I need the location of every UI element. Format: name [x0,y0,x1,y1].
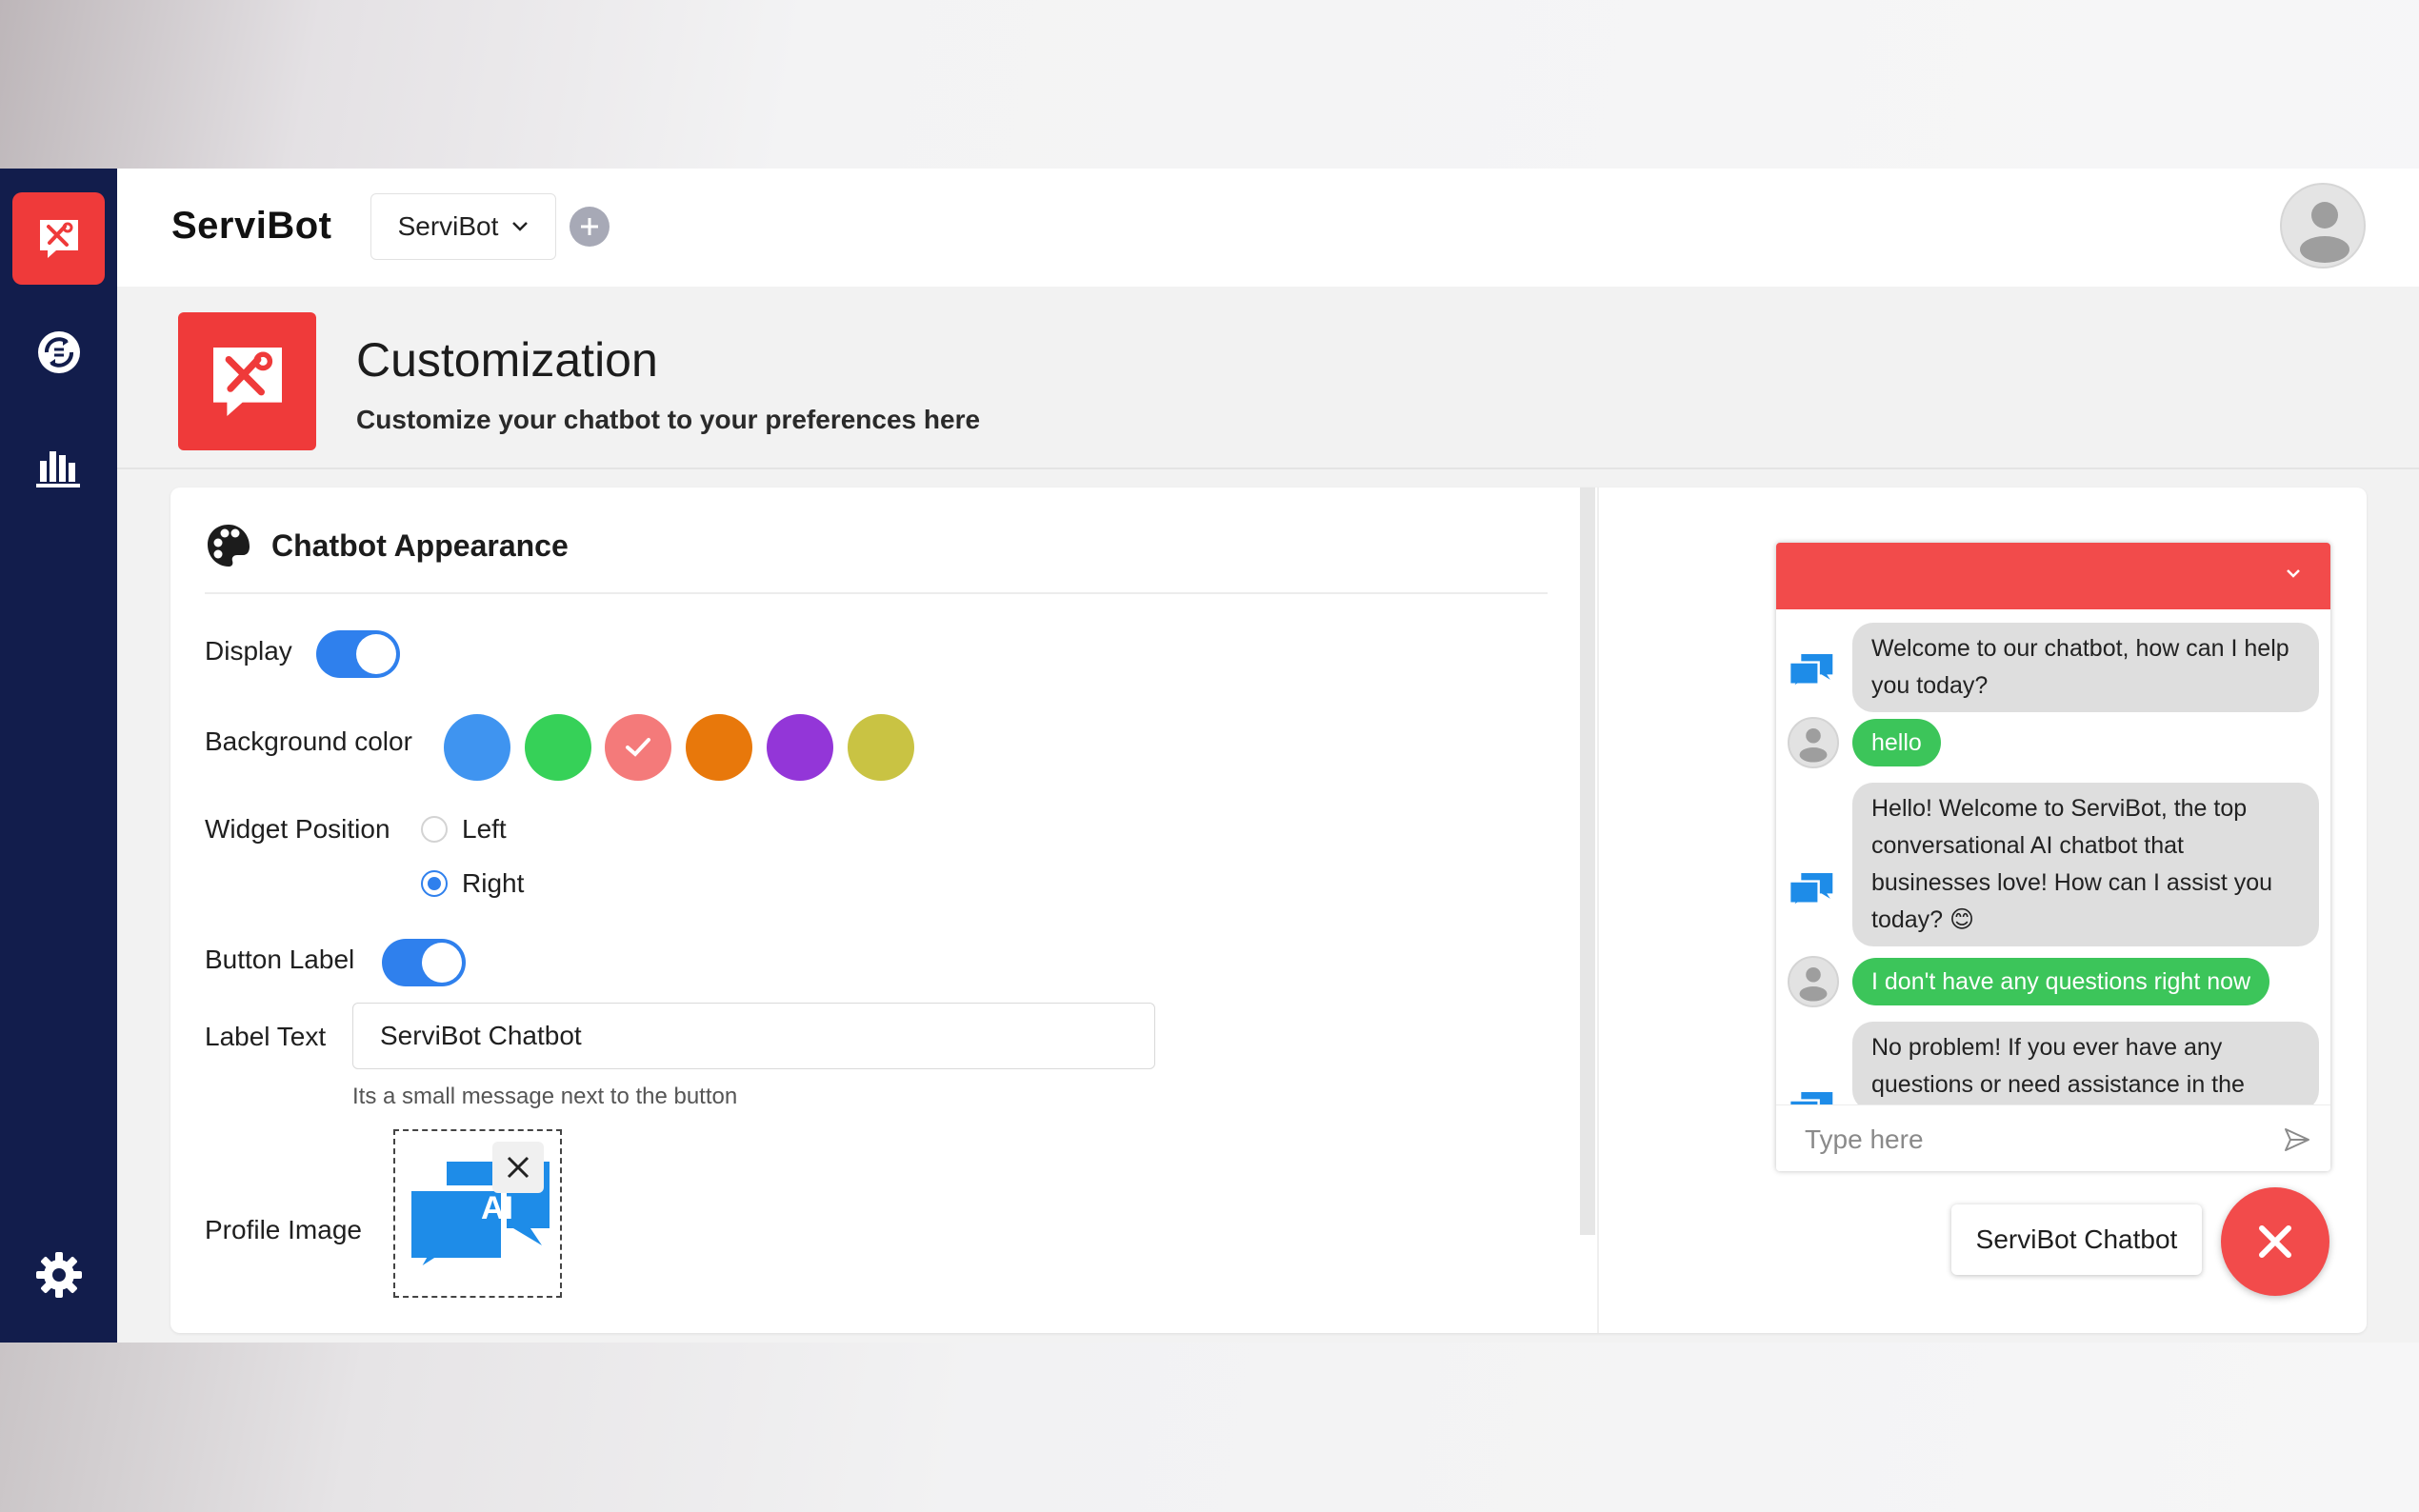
profile-image-label: Profile Image [205,1215,362,1244]
send-icon[interactable] [2283,1126,2311,1153]
check-icon [626,738,650,757]
analytics-icon [35,450,80,487]
header-divider [117,468,2419,469]
sidebar-item-settings[interactable] [12,1228,105,1321]
toggle-knob [356,634,396,674]
brand-name: ServiBot [171,205,332,247]
chat-input[interactable]: Type here [1805,1124,1924,1155]
bot-message: No problem! If you ever have any questio… [1852,1022,2319,1104]
chevron-down-icon [512,222,529,231]
ai-chat-icon [1789,654,1833,688]
color-swatch-green[interactable] [525,714,591,781]
settings-scrollbar[interactable] [1580,487,1595,1235]
bot-avatar [1788,1085,1835,1104]
color-swatch-orange[interactable] [686,714,752,781]
remove-image-button[interactable] [492,1142,544,1193]
user-icon [2300,202,2349,263]
page-header: Customization Customize your chatbot to … [117,287,2419,468]
color-swatch-purple[interactable] [767,714,833,781]
color-swatch-olive[interactable] [848,714,914,781]
display-toggle[interactable] [316,630,400,678]
close-icon [2259,1225,2291,1258]
label-text-input[interactable] [352,1003,1155,1069]
section-divider [205,592,1548,594]
chatbot-tools-icon [212,347,282,416]
position-right-radio[interactable] [421,870,448,897]
section-title: Chatbot Appearance [271,527,569,563]
bot-selector-value: ServiBot [397,211,499,241]
color-swatch-blue[interactable] [444,714,510,781]
sidebar-item-integrations[interactable] [12,306,105,398]
ai-chat-icon [1789,873,1833,907]
bot-message: Hello! Welcome to ServiBot, the top conv… [1852,783,2319,946]
chatbot-tools-icon [39,219,78,258]
profile-image-upload[interactable]: AI [393,1129,562,1298]
chat-messages: Welcome to our chatbot, how can I help y… [1776,609,2330,1104]
palette-icon [208,525,250,567]
bot-message: Welcome to our chatbot, how can I help y… [1852,623,2319,712]
ai-chat-icon [1789,1092,1833,1104]
widget-position-label: Widget Position [205,814,390,844]
section-header: Chatbot Appearance [205,522,569,569]
button-label-toggle[interactable] [382,939,466,986]
bot-avatar [1788,866,1835,914]
user-message: hello [1852,719,1941,766]
customization-card: Chatbot Appearance Display Background co… [170,487,2367,1333]
settings-icon [35,1251,82,1298]
appearance-settings: Chatbot Appearance Display Background co… [170,487,1580,1333]
button-label-label: Button Label [205,945,355,974]
user-message: I don't have any questions right now [1852,958,2270,1005]
bot-avatar [1788,647,1835,695]
launcher-close-button[interactable] [2221,1187,2329,1296]
position-left-label[interactable]: Left [462,814,507,845]
svg-text:AI: AI [481,1190,513,1226]
position-left-radio[interactable] [421,816,448,843]
user-avatar[interactable] [2280,183,2366,269]
background-color-label: Background color [205,726,412,756]
page-logo [178,312,316,450]
page-subtitle: Customize your chatbot to your preferenc… [356,405,981,434]
toggle-knob [422,943,462,983]
label-text-hint: Its a small message next to the button [352,1084,738,1109]
launcher-label[interactable]: ServiBot Chatbot [1951,1204,2202,1275]
chat-window: Welcome to our chatbot, how can I help y… [1776,543,2330,1171]
user-icon [1799,728,1828,763]
chat-header [1776,543,2330,609]
add-bot-button[interactable] [570,207,610,247]
sidebar-item-analytics[interactable] [12,420,105,512]
backdrop [0,1343,2419,1512]
app-window: ServiBot ServiBot Customization Customiz… [0,169,2419,1343]
chat-input-bar: Type here [1776,1104,2330,1171]
user-avatar [1788,717,1839,768]
chatbot-preview: Welcome to our chatbot, how can I help y… [1599,487,2367,1333]
bot-selector[interactable]: ServiBot [370,193,556,260]
sidebar [0,169,117,1343]
top-header: ServiBot ServiBot [117,169,2419,287]
plus-icon [581,218,598,235]
sidebar-item-customization[interactable] [12,192,105,285]
user-icon [1799,967,1828,1002]
integrations-icon [37,330,80,373]
close-icon [507,1156,530,1179]
color-swatch-red-selected[interactable] [605,714,671,781]
position-right-label[interactable]: Right [462,868,524,899]
user-avatar [1788,956,1839,1007]
page-title: Customization [356,333,658,387]
display-label: Display [205,636,292,666]
chevron-down-icon[interactable] [2285,567,2302,579]
label-text-label: Label Text [205,1022,327,1051]
